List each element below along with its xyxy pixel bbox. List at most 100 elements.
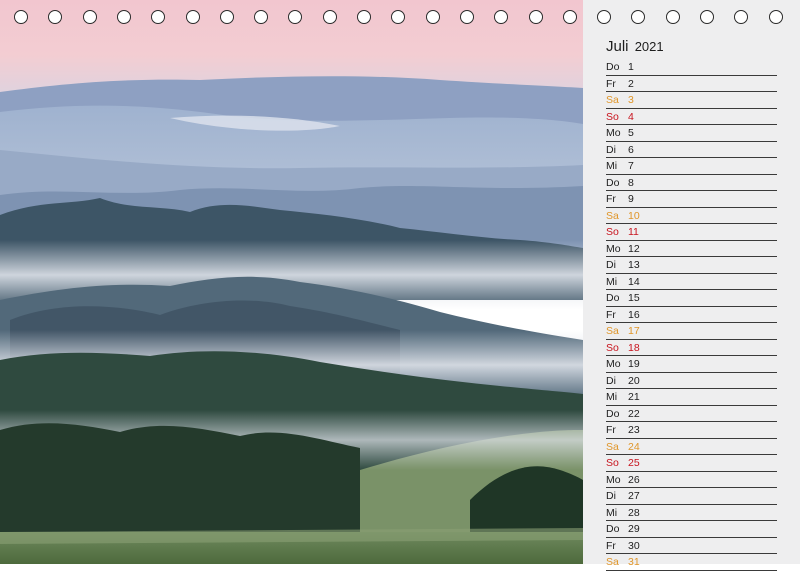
weekday-label: Mi: [606, 160, 618, 172]
weekday-label: Do: [606, 61, 620, 73]
weekday-label: Mi: [606, 275, 618, 288]
day-row: Mo 19: [606, 356, 777, 373]
day-row: Sa 3: [606, 92, 777, 109]
day-row: Fr 23: [606, 422, 777, 439]
day-number: 7: [628, 160, 634, 172]
weekday-label: Mo: [606, 127, 621, 139]
day-row: Mi 21: [606, 389, 777, 406]
day-number: 26: [628, 473, 640, 486]
weekday-label: Di: [606, 374, 616, 387]
day-row: Di 13: [606, 257, 777, 274]
day-number: 1: [628, 61, 634, 73]
binding-ring: [494, 10, 509, 24]
day-row: So 4: [606, 109, 777, 125]
binding-ring: [459, 10, 474, 24]
weekday-label: So: [606, 341, 619, 354]
binding-ring: [48, 10, 63, 24]
day-number: 15: [628, 292, 640, 304]
binding-ring: [700, 10, 714, 24]
day-row: Do 8: [606, 175, 777, 191]
spiral-binding: [0, 0, 800, 36]
day-number: 18: [628, 341, 640, 354]
day-number: 9: [628, 193, 634, 205]
day-row: Mo 12: [606, 241, 777, 257]
weekday-label: Sa: [606, 94, 619, 106]
day-row: Di 20: [606, 373, 777, 389]
day-row: So 25: [606, 455, 777, 472]
day-number: 20: [628, 374, 640, 387]
day-row: Fr 2: [606, 76, 777, 92]
day-number: 27: [628, 490, 640, 502]
weekday-label: Sa: [606, 209, 619, 222]
weekday-label: Di: [606, 490, 616, 502]
day-number: 24: [628, 440, 640, 453]
day-number: 17: [628, 325, 640, 337]
weekday-label: Do: [606, 176, 620, 189]
weekday-label: Mi: [606, 506, 618, 519]
day-number: 3: [628, 94, 634, 106]
binding-ring: [357, 10, 371, 24]
day-number: 4: [628, 110, 634, 123]
day-number: 25: [628, 457, 640, 469]
month-name: Juli: [606, 38, 629, 55]
day-number: 19: [628, 358, 640, 370]
weekday-label: Sa: [606, 556, 619, 568]
day-row: Do 22: [606, 406, 777, 422]
weekday-label: So: [606, 457, 619, 469]
day-number: 22: [628, 407, 640, 420]
weekday-label: So: [606, 226, 619, 238]
weekday-label: Mo: [606, 242, 621, 255]
binding-ring: [528, 10, 543, 24]
day-row: Sa 24: [606, 439, 777, 455]
day-row: Sa 10: [606, 208, 777, 224]
weekday-label: Mi: [606, 391, 618, 403]
binding-ring: [631, 10, 646, 24]
binding-ring: [219, 10, 234, 24]
weekday-label: Sa: [606, 325, 619, 337]
day-row: Sa 31: [606, 554, 777, 571]
weekday-label: Do: [606, 523, 620, 535]
day-row: So 11: [606, 224, 777, 241]
weekday-label: Fr: [606, 308, 616, 321]
weekday-label: Do: [606, 407, 620, 420]
day-number: 11: [628, 226, 639, 238]
day-number: 31: [628, 556, 640, 568]
day-row: Mo 26: [606, 472, 777, 488]
day-row: Fr 9: [606, 191, 777, 208]
weekday-label: Fr: [606, 77, 616, 90]
day-number: 5: [628, 127, 634, 139]
day-row: Do 15: [606, 290, 777, 307]
day-row: Do 29: [606, 521, 777, 538]
day-number: 10: [628, 209, 640, 222]
binding-ring: [116, 10, 131, 24]
day-row: Sa 17: [606, 323, 777, 340]
weekday-label: Fr: [606, 539, 616, 552]
day-row: Di 27: [606, 488, 777, 505]
day-row: Do 1: [606, 59, 777, 76]
day-number: 23: [628, 424, 640, 436]
binding-ring: [288, 10, 303, 24]
day-row: Mi 28: [606, 505, 777, 521]
day-number: 12: [628, 242, 640, 255]
day-number: 29: [628, 523, 640, 535]
binding-ring: [322, 10, 337, 24]
binding-ring: [391, 10, 406, 24]
day-row: So 18: [606, 340, 777, 356]
weekday-label: So: [606, 110, 619, 123]
weekday-label: Mo: [606, 473, 621, 486]
weekday-label: Di: [606, 143, 616, 156]
day-row: Fr 16: [606, 307, 777, 323]
day-number: 14: [628, 275, 640, 288]
binding-ring: [665, 10, 680, 24]
weekday-label: Fr: [606, 424, 616, 436]
weekday-label: Fr: [606, 193, 616, 205]
binding-ring: [597, 10, 612, 24]
binding-ring: [254, 10, 269, 24]
day-row: Mi 7: [606, 158, 777, 175]
binding-ring: [14, 10, 28, 24]
month-title: Juli 2021: [606, 38, 664, 55]
day-list: Do 1 Fr 2 Sa 3 So 4 Mo 5 Di 6 Mi 7 Do 8 Fr 9 Sa 10 So 11 Mo 12 D…: [606, 59, 777, 571]
binding-ring: [82, 10, 97, 24]
day-number: 2: [628, 77, 634, 90]
day-row: Di 6: [606, 142, 777, 158]
